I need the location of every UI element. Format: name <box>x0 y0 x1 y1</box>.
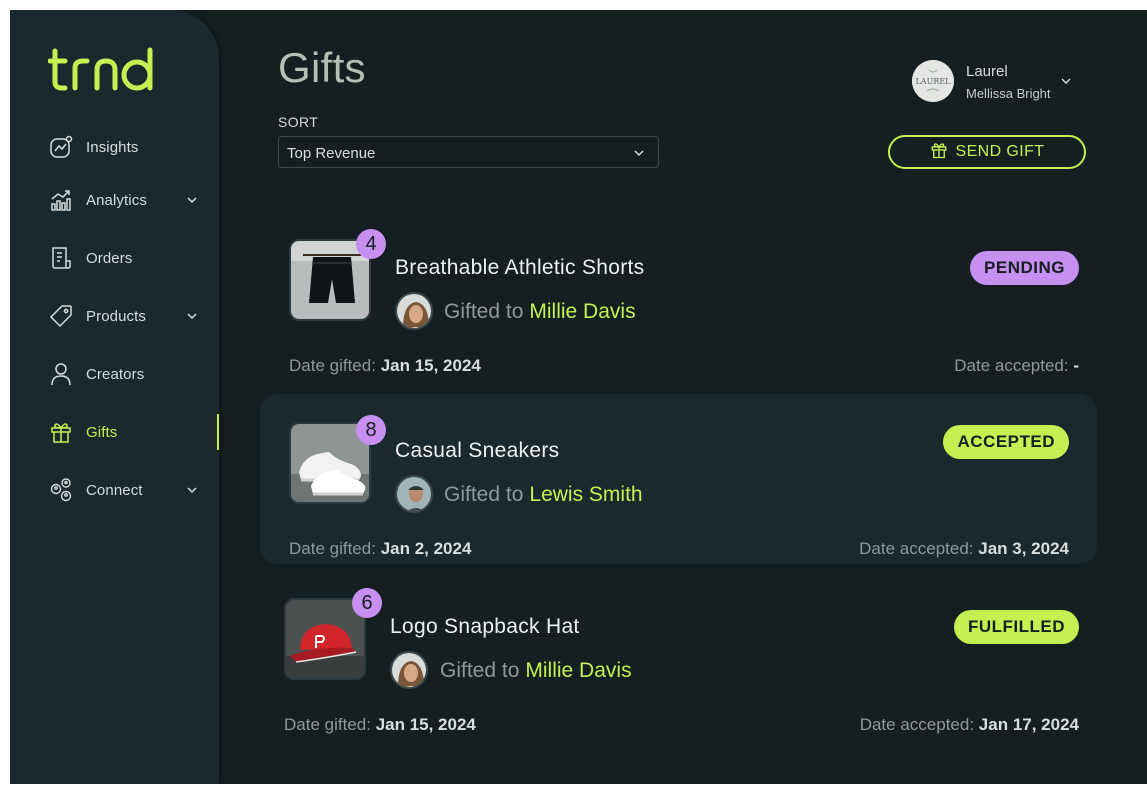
recipient-avatar <box>395 292 433 330</box>
chevron-down-icon <box>1060 74 1072 86</box>
date-gifted-label: Date gifted: <box>289 539 376 558</box>
gifted-prefix: Gifted to <box>444 300 524 323</box>
chevron-down-icon <box>632 146 646 160</box>
active-indicator <box>217 414 219 450</box>
date-accepted-value: Jan 17, 2024 <box>978 715 1079 734</box>
sidebar-item-insights[interactable]: Insights <box>10 127 219 167</box>
gift-title: Casual Sneakers <box>395 439 560 462</box>
send-gift-button[interactable]: SEND GIFT <box>888 135 1086 169</box>
date-accepted-value: Jan 3, 2024 <box>978 539 1069 558</box>
gift-card[interactable]: 4 Breathable Athletic Shorts Gifted to Mi… <box>260 225 1097 375</box>
date-accepted: Date accepted: Jan 17, 2024 <box>860 715 1079 735</box>
sidebar-item-analytics[interactable]: Analytics <box>10 180 219 220</box>
date-accepted-label: Date accepted: <box>859 539 974 558</box>
chevron-down-icon[interactable] <box>185 193 199 207</box>
sidebar-item-label: Insights <box>86 139 139 156</box>
avatar-logo-text: LAUREL <box>915 77 951 86</box>
sidebar-item-gifts[interactable]: Gifts <box>10 412 219 452</box>
page-title: Gifts <box>278 44 366 91</box>
status-badge: PENDING <box>970 251 1079 285</box>
date-gifted-value: Jan 2, 2024 <box>380 539 472 558</box>
gifted-to-text: Gifted to Millie Davis <box>440 659 632 683</box>
chevron-down-icon[interactable] <box>185 309 199 323</box>
connect-icon <box>49 478 73 502</box>
recipient-name-link[interactable]: Millie Davis <box>525 659 631 682</box>
sidebar-item-label: Creators <box>86 366 145 383</box>
date-accepted: Date accepted: - <box>954 356 1079 376</box>
gift-count-badge: 8 <box>356 415 386 445</box>
date-gifted-value: Jan 15, 2024 <box>380 356 481 375</box>
user-subtitle: Mellissa Bright <box>966 86 1051 101</box>
gift-icon <box>930 140 948 165</box>
avatar: LAUREL <box>912 60 954 102</box>
recipient-name-link[interactable]: Lewis Smith <box>529 483 642 506</box>
user-menu[interactable]: LAUREL Laurel Mellissa Bright <box>912 60 1072 104</box>
gifted-prefix: Gifted to <box>440 659 520 682</box>
analytics-icon <box>49 188 73 212</box>
gifted-to-text: Gifted to Millie Davis <box>444 300 636 324</box>
date-gifted-label: Date gifted: <box>289 356 376 375</box>
sidebar-item-label: Analytics <box>86 192 147 209</box>
sidebar-item-products[interactable]: Products <box>10 296 219 336</box>
gift-card[interactable]: 6 Logo Snapback Hat Gifted to Millie Davi… <box>260 584 1097 734</box>
date-gifted-value: Jan 15, 2024 <box>375 715 476 734</box>
sidebar-item-label: Products <box>86 308 146 325</box>
date-accepted-value: - <box>1073 356 1079 375</box>
recipient-avatar <box>395 475 433 513</box>
gift-title: Breathable Athletic Shorts <box>395 256 645 279</box>
date-gifted: Date gifted: Jan 2, 2024 <box>289 539 471 559</box>
sidebar-item-creators[interactable]: Creators <box>10 354 219 394</box>
sidebar-item-label: Orders <box>86 250 133 267</box>
date-accepted-label: Date accepted: <box>859 715 975 734</box>
date-gifted: Date gifted: Jan 15, 2024 <box>284 715 476 735</box>
sort-label: SORT <box>278 114 319 130</box>
gift-card[interactable]: 8 Casual Sneakers Gifted to Lewis Smith A… <box>260 394 1097 564</box>
sort-select[interactable]: Top Revenue <box>278 136 659 168</box>
gift-count-badge: 4 <box>356 229 386 259</box>
recipient-name-link[interactable]: Millie Davis <box>529 300 635 323</box>
status-badge: ACCEPTED <box>943 425 1069 459</box>
status-badge: FULFILLED <box>953 610 1079 644</box>
sort-selected-value: Top Revenue <box>287 145 376 162</box>
trnd-logo[interactable] <box>47 46 158 99</box>
send-gift-label: SEND GIFT <box>955 143 1045 160</box>
date-accepted: Date accepted: Jan 3, 2024 <box>859 539 1069 559</box>
user-icon <box>49 362 73 386</box>
gifted-prefix: Gifted to <box>444 483 524 506</box>
sidebar-item-label: Connect <box>86 482 143 499</box>
tag-icon <box>49 304 73 328</box>
date-accepted-label: Date accepted: <box>954 356 1069 375</box>
gift-count-badge: 6 <box>352 588 382 618</box>
chevron-down-icon[interactable] <box>185 483 199 497</box>
gift-icon <box>49 420 73 444</box>
sidebar: Insights Analytics Orders Products Creat… <box>10 10 219 784</box>
recipient-avatar <box>390 651 428 689</box>
orders-icon <box>49 246 73 270</box>
app-window: Insights Analytics Orders Products Creat… <box>10 10 1147 784</box>
sidebar-item-orders[interactable]: Orders <box>10 238 219 278</box>
gifted-to-text: Gifted to Lewis Smith <box>444 483 643 507</box>
gift-title: Logo Snapback Hat <box>390 615 580 638</box>
insights-icon <box>49 135 73 159</box>
sidebar-item-label: Gifts <box>86 424 118 441</box>
date-gifted: Date gifted: Jan 15, 2024 <box>289 356 481 376</box>
user-name: Laurel <box>966 63 1008 80</box>
date-gifted-label: Date gifted: <box>284 715 371 734</box>
sidebar-item-connect[interactable]: Connect <box>10 470 219 510</box>
